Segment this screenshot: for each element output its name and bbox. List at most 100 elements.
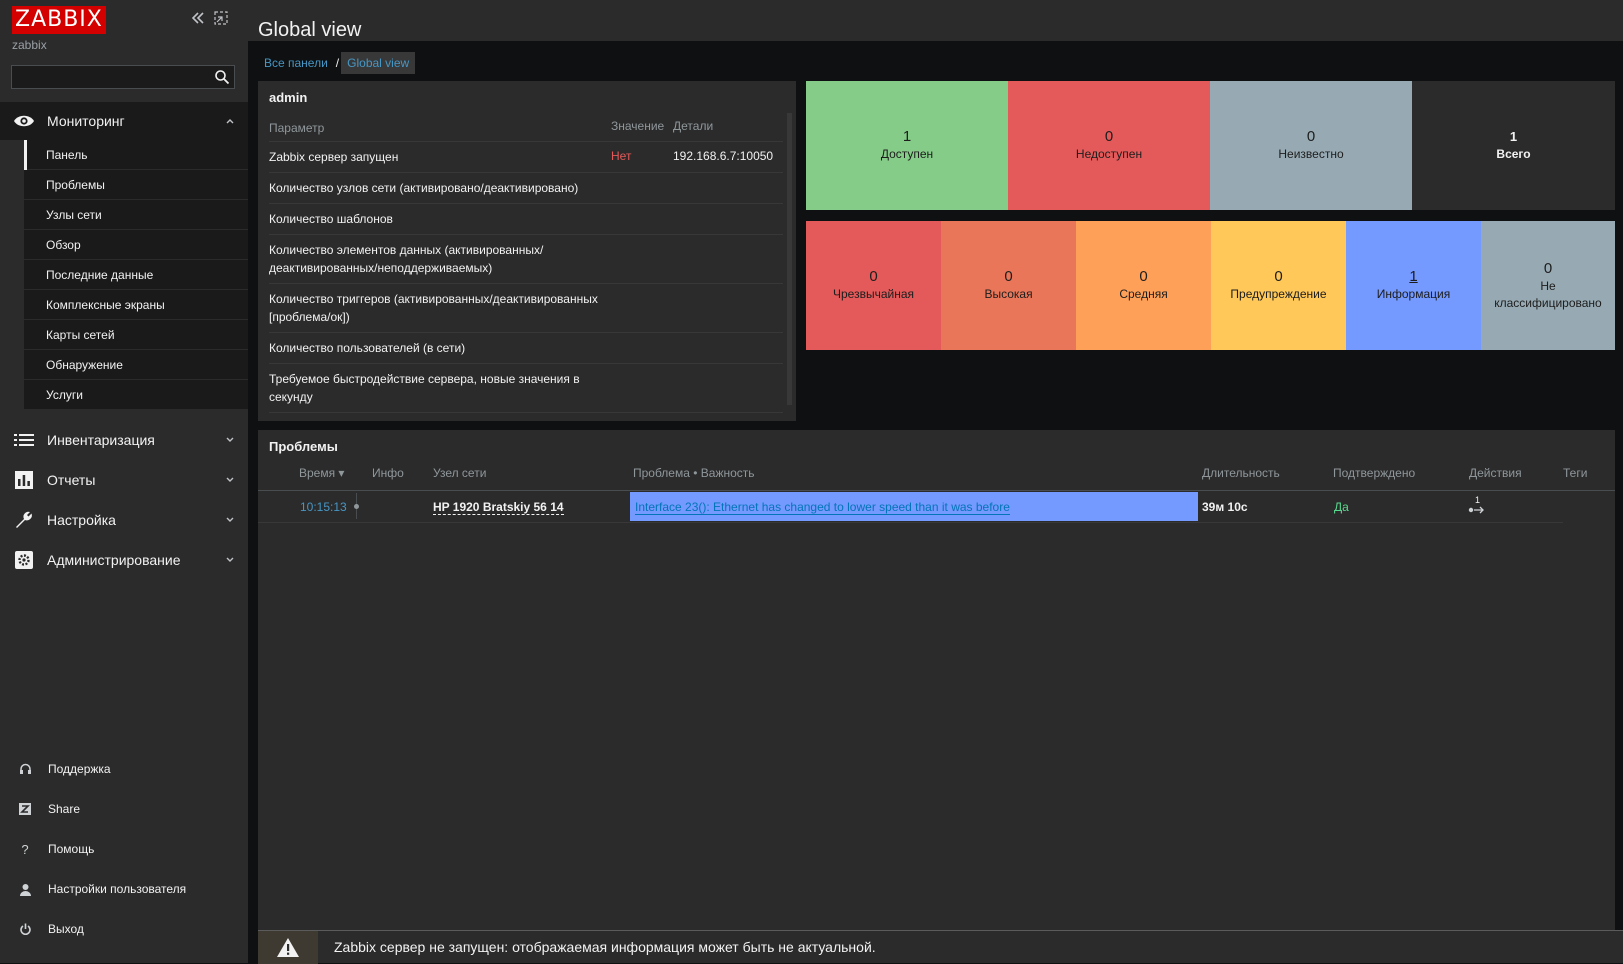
not-classified-label-line1: Не	[1540, 278, 1556, 293]
total-count: 1	[1509, 129, 1518, 144]
param-server-running: Zabbix сервер запущен	[269, 150, 399, 164]
problem-ack-link[interactable]: Да	[1334, 500, 1349, 514]
column-header-time[interactable]: Время ▾	[299, 466, 344, 480]
unavailable-count: 0	[1104, 128, 1114, 145]
menu-monitoring[interactable]: Мониторинг	[0, 102, 248, 140]
breadcrumb-current[interactable]: Global view	[341, 52, 416, 74]
chevron-down-icon	[226, 555, 234, 566]
details-server-address: 192.168.6.7:10050	[673, 149, 774, 163]
severity-not-classified[interactable]: 0 Не классифицировано	[1481, 221, 1615, 350]
system-info-title: admin	[269, 90, 308, 105]
chevron-down-icon	[226, 515, 234, 526]
problem-cell: Interface 23(): Ethernet has changed to …	[630, 492, 1198, 521]
param-items-count-line1: Количество элементов данных (активирован…	[269, 243, 544, 257]
column-header-value: Значение	[611, 119, 665, 133]
problem-host-link[interactable]: HP 1920 Bratskiy 56 14	[433, 500, 564, 515]
search-icon[interactable]	[214, 69, 230, 85]
user-settings-label: Настройки пользователя	[48, 882, 187, 896]
actions-icon[interactable]: 1	[1468, 495, 1488, 517]
problem-name-link[interactable]: Interface 23(): Ethernet has changed to …	[635, 500, 1010, 515]
available-label: Доступен	[880, 147, 934, 161]
zabbix-logo[interactable]: ZABBIX	[12, 6, 106, 34]
submenu-item-dashboard[interactable]: Панель	[24, 140, 248, 170]
high-label: Высокая	[984, 287, 1033, 301]
breadcrumb-all-dashboards[interactable]: Все панели	[258, 52, 334, 74]
user-settings-link[interactable]: Настройки пользователя	[0, 875, 248, 903]
available-count: 1	[902, 128, 912, 145]
availability-available[interactable]: 1 Доступен	[806, 81, 1008, 210]
help-label: Помощь	[48, 842, 95, 856]
column-header-details: Детали	[673, 119, 714, 133]
column-header-problem: Проблема • Важность	[633, 466, 755, 480]
table-row: Zabbix сервер запущен Нет 192.168.6.7:10…	[269, 141, 783, 173]
search-input[interactable]	[12, 66, 219, 88]
availability-unknown[interactable]: 0 Неизвестно	[1210, 81, 1412, 210]
menu-administration[interactable]: Администрирование	[0, 540, 248, 580]
menu-reports-label: Отчеты	[47, 472, 96, 488]
high-count: 0	[1004, 268, 1013, 285]
table-row: Требуемое быстродействие сервера, новые …	[269, 363, 783, 413]
submenu-item-problems[interactable]: Проблемы	[24, 170, 248, 200]
warning-message: Zabbix сервер не запущен: отображаемая и…	[334, 939, 876, 955]
timeline-dot-icon	[354, 504, 359, 509]
unknown-label: Неизвестно	[1278, 147, 1344, 161]
column-header-duration: Длительность	[1202, 466, 1280, 480]
support-link[interactable]: Поддержка	[0, 755, 248, 783]
not-classified-label-line2: классифицировано	[1494, 295, 1602, 310]
submenu-item-maps[interactable]: Карты сетей	[24, 320, 248, 350]
submenu-item-overview[interactable]: Обзор	[24, 230, 248, 260]
share-link[interactable]: Share	[0, 795, 248, 823]
menu-inventory[interactable]: Инвентаризация	[0, 420, 248, 460]
not-classified-count: 0	[1543, 259, 1553, 277]
param-users-count: Количество пользователей (в сети)	[269, 341, 466, 355]
power-icon	[17, 921, 33, 937]
actions-count: 1	[1475, 495, 1481, 505]
value-server-running: Нет	[611, 149, 632, 163]
severity-information[interactable]: 1 Информация	[1346, 221, 1481, 350]
submenu-item-latest-data[interactable]: Последние данные	[24, 260, 248, 290]
cog-icon	[13, 549, 35, 571]
severity-warning[interactable]: 0 Предупреждение	[1211, 221, 1346, 350]
severity-average[interactable]: 0 Средняя	[1076, 221, 1211, 350]
table-row: Количество узлов сети (активировано/деак…	[269, 172, 783, 204]
system-info-widget: admin Параметр Значение Детали Zabbix се…	[258, 81, 796, 421]
list-icon	[13, 429, 35, 451]
chevron-down-icon	[226, 435, 234, 446]
column-header-ack: Подтверждено	[1333, 466, 1416, 480]
submenu-item-hosts[interactable]: Узлы сети	[24, 200, 248, 230]
breadcrumb-separator: /	[335, 56, 340, 70]
menu-reports[interactable]: Отчеты	[0, 460, 248, 500]
average-label: Средняя	[1119, 287, 1168, 301]
severity-high[interactable]: 0 Высокая	[941, 221, 1076, 350]
user-icon	[17, 881, 33, 897]
column-header-host: Узел сети	[433, 466, 487, 480]
menu-inventory-label: Инвентаризация	[47, 432, 155, 448]
page-title: Global view	[258, 19, 362, 42]
wrench-icon	[13, 509, 35, 531]
submenu-item-screens[interactable]: Комплексные экраны	[24, 290, 248, 320]
information-count[interactable]: 1	[1409, 268, 1417, 286]
table-row: Количество шаблонов	[269, 203, 783, 235]
severity-disaster[interactable]: 0 Чрезвычайная	[806, 221, 941, 350]
warning-count: 0	[1274, 268, 1283, 285]
sidebar: ZABBIX zabbix Мониторинг Панель Проблемы…	[0, 0, 248, 963]
menu-configuration-label: Настройка	[47, 512, 116, 528]
help-link[interactable]: ? Помощь	[0, 835, 248, 863]
submenu-item-discovery[interactable]: Обнаружение	[24, 350, 248, 380]
server-warning-bar: Zabbix сервер не запущен: отображаемая и…	[258, 930, 1623, 964]
availability-total[interactable]: 1 Всего	[1412, 81, 1615, 210]
chevron-down-icon	[226, 475, 234, 486]
logo-text[interactable]: ZABBIX	[12, 6, 106, 34]
submenu-item-services[interactable]: Услуги	[24, 380, 248, 410]
problem-duration: 39м 10с	[1202, 500, 1248, 514]
kiosk-mode-icon[interactable]	[214, 10, 228, 30]
menu-configuration[interactable]: Настройка	[0, 500, 248, 540]
server-name: zabbix	[12, 38, 47, 52]
availability-unavailable[interactable]: 0 Недоступен	[1008, 81, 1210, 210]
search-field[interactable]	[11, 65, 235, 89]
support-label: Поддержка	[48, 762, 111, 776]
collapse-sidebar-icon[interactable]	[190, 10, 206, 31]
widget-scrollbar[interactable]	[787, 113, 792, 405]
logout-link[interactable]: Выход	[0, 915, 248, 943]
problem-time[interactable]: 10:15:13	[300, 500, 347, 514]
